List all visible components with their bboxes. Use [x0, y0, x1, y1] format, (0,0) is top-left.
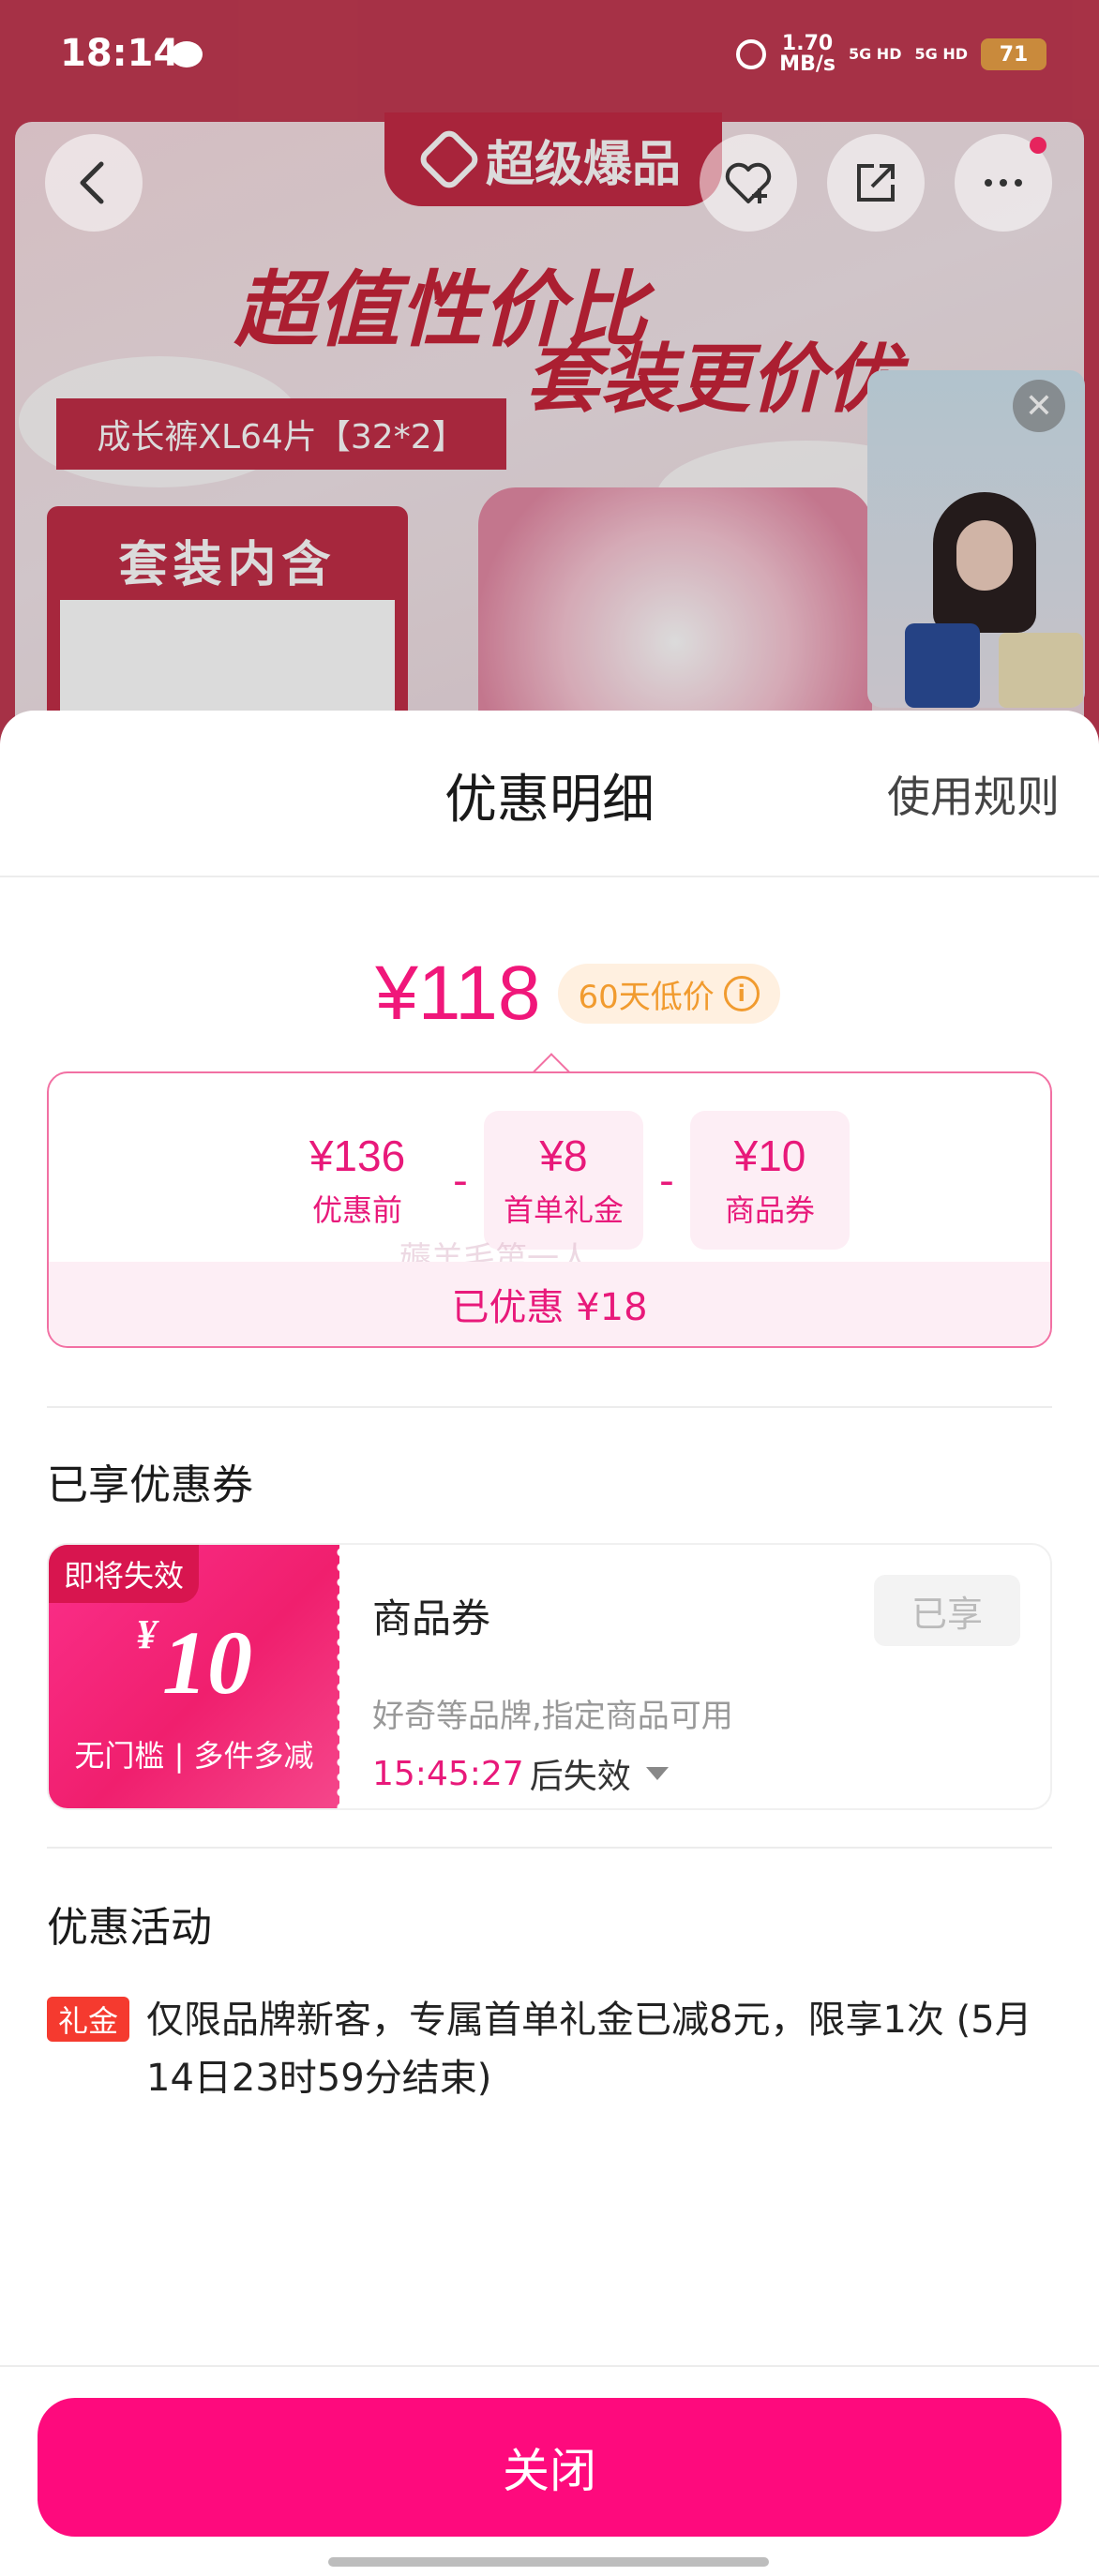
activities-section-title: 优惠活动 [47, 1904, 212, 1952]
back-arrow-icon [80, 161, 104, 204]
gift-tag: 礼金 [47, 1997, 130, 2042]
activity-text: 仅限品牌新客，专属首单礼金已减8元，限享1次 (5月14日23时59分结束) [146, 1999, 1032, 2100]
battery-icon: 71 [981, 38, 1046, 70]
minus-sign: - [659, 1156, 674, 1205]
usage-rules-link[interactable]: 使用规则 [887, 763, 1060, 825]
expire-soon-tag: 即将失效 [49, 1545, 200, 1603]
coupon-condition: 无门槛 | 多件多减 [74, 1738, 314, 1774]
chevron-down-icon[interactable] [645, 1767, 669, 1780]
coupon-description: 好奇等品牌,指定商品可用 [372, 1698, 733, 1735]
coupon-countdown[interactable]: 15:45:27 后失效 [372, 1749, 669, 1798]
info-icon[interactable]: i [723, 976, 760, 1011]
network-speed: 1.70 MB/s [779, 32, 836, 76]
status-bar: 18:14 1.70 MB/s 5G HD 5G HD 71 [0, 0, 1099, 116]
more-dots-icon [985, 179, 1022, 187]
coupon-card[interactable]: 即将失效 ¥10 无门槛 | 多件多减 商品券 已享 好奇等品牌,指定商品可用 … [47, 1543, 1052, 1810]
share-icon [857, 164, 895, 202]
home-indicator[interactable] [328, 2557, 769, 2567]
message-icon [171, 41, 203, 67]
clock: 18:14 [60, 32, 180, 75]
signal-1: 5G HD [848, 45, 902, 63]
divider [47, 1406, 1052, 1408]
favorite-button[interactable] [700, 134, 797, 232]
alarm-icon [736, 39, 767, 69]
price-breakdown-box: ¥136 优惠前 - ¥8 首单礼金 - ¥10 商品券 薅羊毛第一人 已优惠 … [47, 1071, 1052, 1348]
share-button[interactable] [827, 134, 925, 232]
activity-item: 礼金 仅限品牌新客，专属首单礼金已减8元，限享1次 (5月14日23时59分结束… [47, 1991, 1060, 2107]
low-price-badge[interactable]: 60天低价 i [557, 964, 780, 1024]
final-price: ¥118 [375, 951, 541, 1036]
close-button[interactable]: 关闭 [38, 2398, 1061, 2537]
minus-sign: - [453, 1156, 468, 1205]
back-button[interactable] [45, 134, 143, 232]
divider [0, 2365, 1099, 2367]
divider [0, 876, 1099, 877]
divider [47, 1847, 1052, 1849]
breakdown-product-coupon: ¥10 商品券 [690, 1111, 850, 1250]
heart-plus-icon [725, 162, 772, 203]
final-price-row: ¥118 60天低价 i [0, 950, 1099, 1038]
coupon-name: 商品券 [372, 1595, 491, 1641]
discount-detail-sheet: 优惠明细 使用规则 ¥118 60天低价 i ¥136 优惠前 - ¥8 首单礼… [0, 711, 1099, 2576]
notification-dot [1030, 137, 1046, 154]
signal-2: 5G HD [914, 45, 968, 63]
coupons-section-title: 已享优惠券 [47, 1461, 253, 1509]
breakdown-first-order-gift: ¥8 首单礼金 [484, 1111, 643, 1250]
coupon-amount: ¥10 [136, 1611, 252, 1713]
coupon-value-panel: 即将失效 ¥10 无门槛 | 多件多减 [49, 1545, 341, 1808]
coupon-applied-button: 已享 [874, 1575, 1020, 1646]
total-saved: 已优惠 ¥18 [49, 1262, 1050, 1346]
breakdown-original: ¥136 优惠前 [309, 1131, 406, 1228]
